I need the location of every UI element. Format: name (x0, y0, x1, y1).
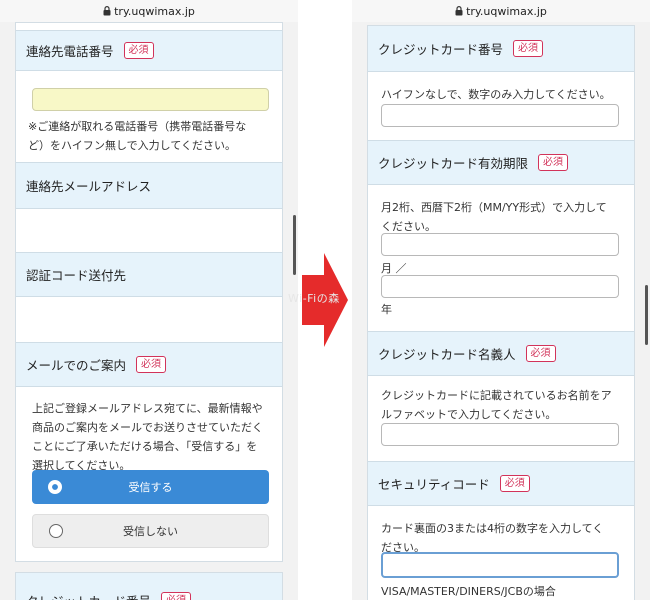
right-phone-screen: try.uqwimax.jp クレジットカード番号 必須 ハイフンなしで、数字の… (352, 0, 650, 600)
required-badge: 必須 (538, 154, 569, 171)
security-code-section-header: セキュリティコード 必須 (368, 461, 634, 506)
left-phone-screen: try.uqwimax.jp 連絡先電話番号 必須 ※ご連絡が取れる電話番号（携… (0, 0, 298, 600)
left-scrollbar[interactable] (293, 215, 296, 275)
left-form-panel: 連絡先電話番号 必須 ※ご連絡が取れる電話番号（携帯電話番号な ど）をハイフン無… (15, 22, 283, 562)
security-code-input[interactable] (381, 552, 619, 578)
watermark: Wi-Fiの森 (288, 292, 340, 305)
credit-card-peek-panel: クレジットカード番号 必須 (15, 572, 283, 600)
required-badge: 必須 (525, 345, 556, 362)
auth-code-section-title: 認証コード送付先 (26, 268, 127, 283)
mail-info-section-header: メールでのご案内 必須 (16, 342, 282, 387)
required-badge: 必須 (123, 42, 154, 59)
expiry-month-input[interactable] (381, 233, 619, 256)
right-url-text: try.uqwimax.jp (466, 4, 547, 18)
right-url-bar[interactable]: try.uqwimax.jp (352, 0, 650, 22)
card-name-input[interactable] (381, 423, 619, 446)
card-expiry-hint: 月2桁、西暦下2桁（MM/YY形式）で入力して ください。 (381, 201, 607, 233)
receive-label: 受信する (128, 481, 173, 494)
card-number-title: クレジットカード番号 (378, 42, 504, 57)
mail-info-text: 上記ご登録メールアドレス宛てに、最新情報や 商品のご案内をメールでお送りさせてい… (32, 402, 263, 472)
security-code-footnote: VISA/MASTER/DINERS/JCBの場合 (381, 585, 556, 598)
right-form-panel: クレジットカード番号 必須 ハイフンなしで、数字のみ入力してください。 クレジッ… (367, 25, 635, 600)
card-expiry-title: クレジットカード有効期限 (378, 156, 529, 171)
credit-card-peek-header: クレジットカード番号 必須 (16, 573, 282, 600)
card-number-input[interactable] (381, 104, 619, 127)
card-expiry-section-header: クレジットカード有効期限 必須 (368, 140, 634, 185)
card-number-hint: ハイフンなしで、数字のみ入力してください。 (381, 88, 611, 101)
year-suffix: 年 (381, 303, 392, 316)
required-badge: 必須 (513, 40, 544, 57)
left-url-bar[interactable]: try.uqwimax.jp (0, 0, 298, 22)
decline-label: 受信しない (123, 525, 178, 538)
card-name-hint: クレジットカードに記載されているお名前をア ルファベットで入力してください。 (381, 389, 612, 421)
left-url-text: try.uqwimax.jp (114, 4, 195, 18)
expiry-year-input[interactable] (381, 275, 619, 298)
required-badge: 必須 (161, 592, 192, 600)
card-name-title: クレジットカード名義人 (378, 347, 516, 362)
lock-icon (103, 6, 111, 16)
auth-code-section-header: 認証コード送付先 (16, 252, 282, 297)
security-code-title: セキュリティコード (378, 477, 490, 492)
card-number-section-header: クレジットカード番号 必須 (368, 26, 634, 72)
phone-input[interactable] (32, 88, 269, 111)
email-section-header: 連絡先メールアドレス (16, 162, 282, 209)
card-name-section-header: クレジットカード名義人 必須 (368, 331, 634, 376)
radio-selected-icon (48, 480, 62, 494)
radio-unselected-icon (49, 524, 63, 538)
credit-card-peek-title: クレジットカード番号 (26, 591, 151, 600)
decline-radio-option[interactable]: 受信しない (32, 514, 269, 548)
required-badge: 必須 (499, 475, 530, 492)
mail-info-section-title: メールでのご案内 (26, 358, 127, 373)
right-scrollbar[interactable] (645, 285, 648, 345)
lock-icon (455, 6, 463, 16)
phone-section-title: 連絡先電話番号 (26, 44, 114, 59)
phone-note: ※ご連絡が取れる電話番号（携帯電話番号な ど）をハイフン無しで入力してください。 (28, 120, 247, 152)
receive-radio-option[interactable]: 受信する (32, 470, 269, 504)
email-section-title: 連絡先メールアドレス (26, 179, 152, 194)
required-badge: 必須 (136, 356, 167, 373)
phone-section-header: 連絡先電話番号 必須 (16, 30, 282, 71)
